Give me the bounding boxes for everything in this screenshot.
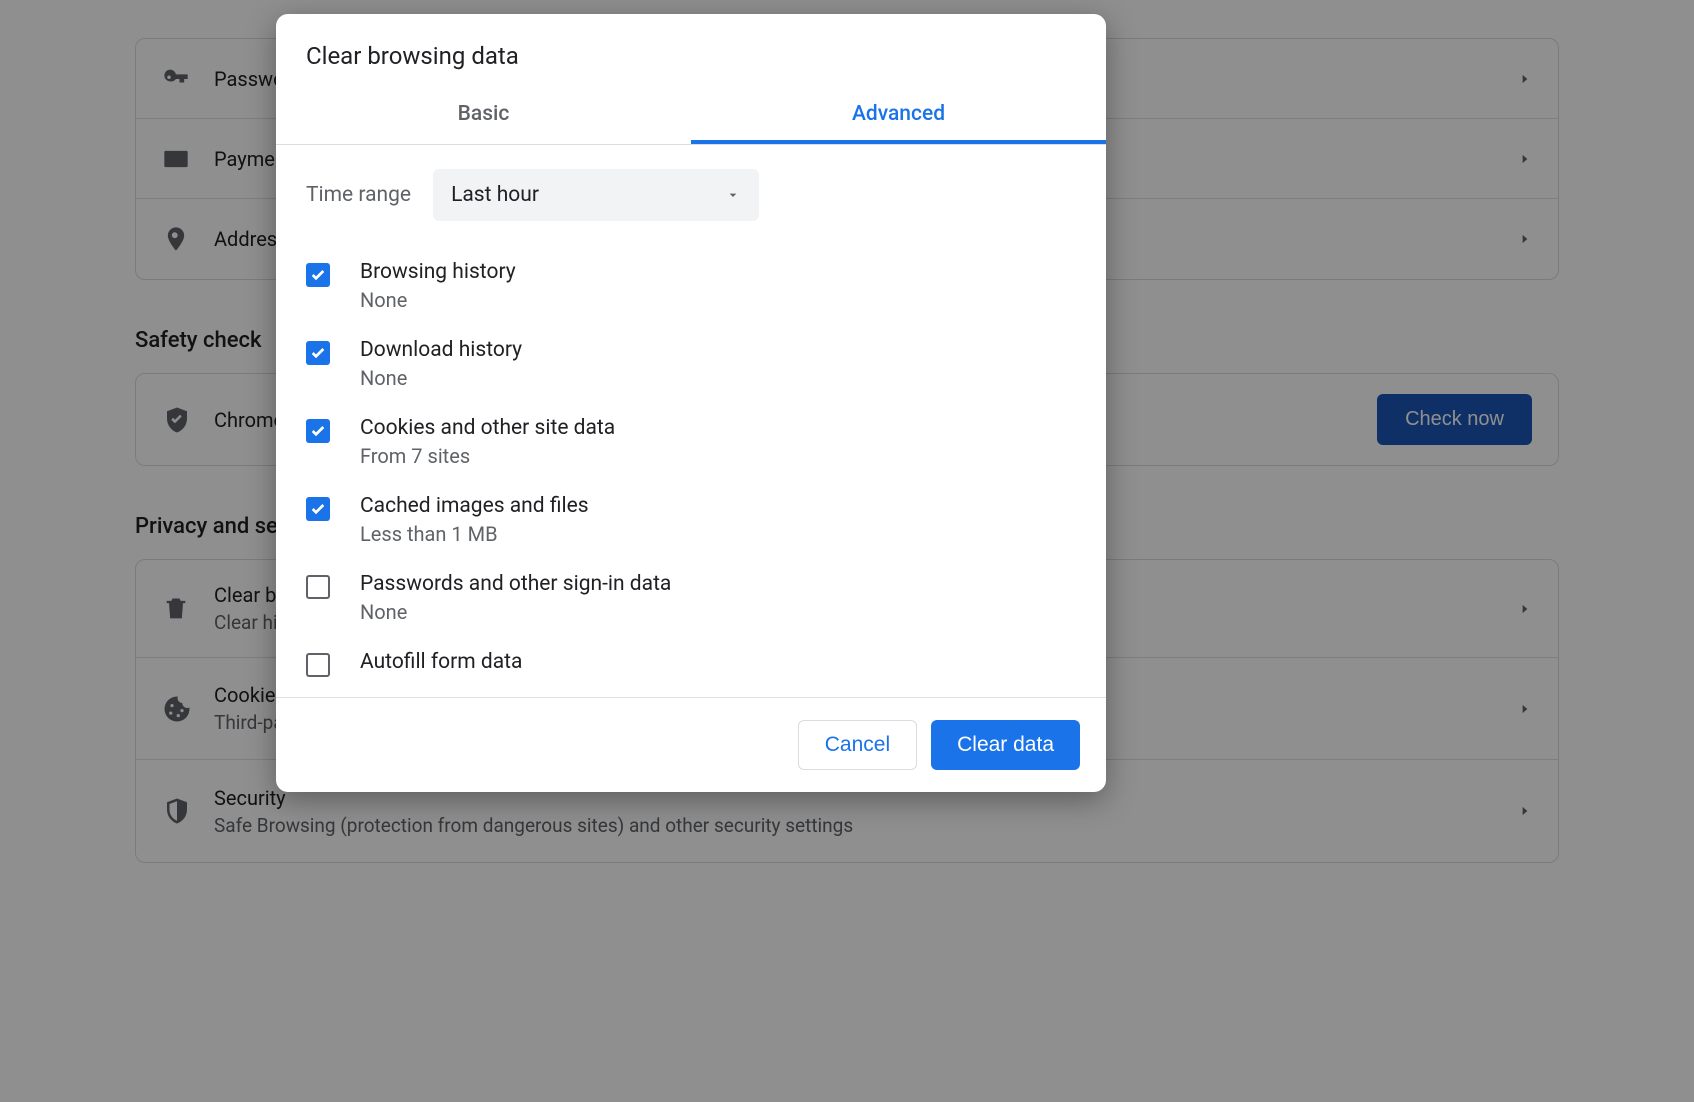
item-browsing-history: Browsing history None	[306, 247, 1076, 325]
clear-data-button[interactable]: Clear data	[931, 720, 1080, 770]
item-download-history: Download history None	[306, 325, 1076, 403]
item-cached: Cached images and files Less than 1 MB	[306, 481, 1076, 559]
tab-advanced[interactable]: Advanced	[691, 86, 1106, 144]
item-sub: None	[360, 366, 522, 390]
item-title: Autofill form data	[360, 650, 522, 674]
item-title: Passwords and other sign-in data	[360, 572, 671, 596]
item-title: Download history	[360, 338, 522, 362]
checkbox[interactable]	[306, 497, 330, 521]
body-divider	[276, 697, 1106, 698]
checkbox[interactable]	[306, 263, 330, 287]
checkbox[interactable]	[306, 575, 330, 599]
item-cookies: Cookies and other site data From 7 sites	[306, 403, 1076, 481]
dialog-body: Time range Last hour Browsing history No…	[276, 145, 1106, 698]
checkbox[interactable]	[306, 341, 330, 365]
item-autofill: Autofill form data	[306, 637, 1076, 690]
time-range-select[interactable]: Last hour	[433, 169, 759, 221]
checkbox[interactable]	[306, 653, 330, 677]
dialog-title: Clear browsing data	[276, 14, 1106, 86]
dialog-footer: Cancel Clear data	[276, 698, 1106, 792]
cancel-button[interactable]: Cancel	[798, 720, 917, 770]
item-sub: Less than 1 MB	[360, 522, 589, 546]
item-passwords: Passwords and other sign-in data None	[306, 559, 1076, 637]
time-range-row: Time range Last hour	[306, 169, 1076, 221]
item-sub: None	[360, 288, 516, 312]
item-title: Cookies and other site data	[360, 416, 615, 440]
item-title: Cached images and files	[360, 494, 589, 518]
time-range-value: Last hour	[451, 183, 539, 207]
chevron-down-icon	[725, 187, 741, 203]
item-sub: From 7 sites	[360, 444, 615, 468]
checkbox[interactable]	[306, 419, 330, 443]
tab-basic[interactable]: Basic	[276, 86, 691, 144]
dialog-tabs: Basic Advanced	[276, 86, 1106, 144]
item-sub: None	[360, 600, 671, 624]
time-range-label: Time range	[306, 183, 411, 207]
clear-browsing-data-dialog: Clear browsing data Basic Advanced Time …	[276, 14, 1106, 792]
item-title: Browsing history	[360, 260, 516, 284]
data-type-list: Browsing history None Download history N…	[306, 247, 1076, 690]
